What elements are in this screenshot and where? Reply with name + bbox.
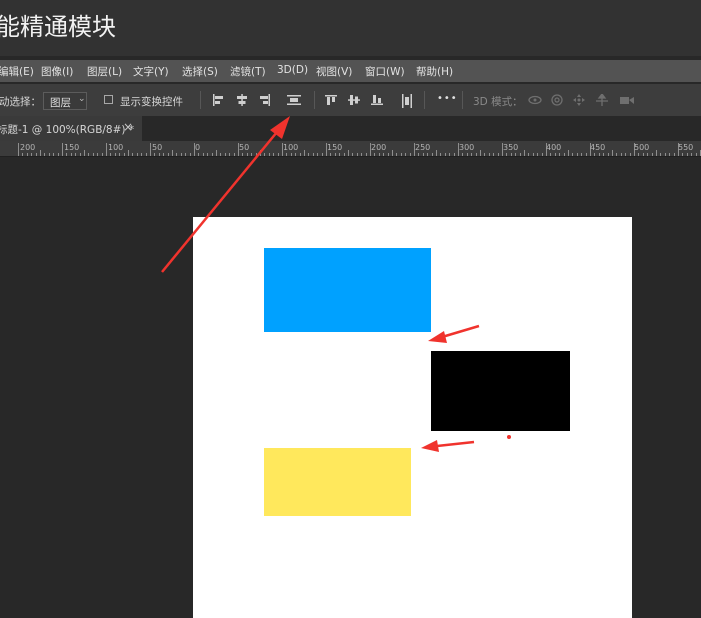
mode-3d-label: 3D 模式：: [473, 96, 523, 108]
ruler-label: 450: [590, 143, 606, 152]
document-tab[interactable]: 标题-1 @ 100%(RGB/8#) * ×: [0, 116, 142, 141]
ruler-label: 100: [108, 143, 124, 152]
menu-type[interactable]: 文字(Y): [133, 64, 169, 79]
menu-bar: 编辑(E) 图像(I) 图层(L) 文字(Y) 选择(S) 滤镜(T) 3D(D…: [0, 60, 701, 82]
menu-window[interactable]: 窗口(W): [365, 64, 405, 79]
ruler-label: 400: [546, 143, 562, 152]
menu-view[interactable]: 视图(V): [316, 64, 352, 79]
toolbar-separator: [314, 91, 315, 109]
toolbar-separator: [462, 91, 463, 109]
horizontal-ruler[interactable]: 200 150 100 50 0 50 100 150 200 250 300 …: [0, 141, 701, 157]
rotate-3d-icon[interactable]: [528, 94, 542, 106]
yellow-rectangle[interactable]: [264, 448, 411, 516]
toolbar-separator: [200, 91, 201, 109]
ruler-label: 500: [634, 143, 650, 152]
distribute-horizontal-icon[interactable]: [401, 94, 413, 108]
ruler-label: 50: [152, 143, 163, 152]
chevron-down-icon: ⌄: [78, 94, 86, 104]
close-icon[interactable]: ×: [123, 120, 133, 134]
title-bar: 能精通模块: [0, 0, 701, 56]
scale-3d-icon[interactable]: [619, 94, 635, 106]
distribute-vertical-icon[interactable]: [287, 94, 301, 106]
ruler-label: 150: [64, 143, 80, 152]
ruler-label: 0: [195, 143, 201, 152]
align-vcenter-icon[interactable]: [348, 94, 360, 106]
page-title: 能精通模块: [0, 13, 116, 41]
menu-layer[interactable]: 图层(L): [87, 64, 122, 79]
slide-3d-icon[interactable]: [596, 94, 608, 106]
menu-filter[interactable]: 滤镜(T): [230, 64, 266, 79]
ruler-label: 350: [503, 143, 519, 152]
blue-rectangle[interactable]: [264, 248, 431, 332]
align-hcenter-icon[interactable]: [236, 94, 248, 106]
align-left-icon[interactable]: [212, 94, 224, 106]
ruler-label: 300: [459, 143, 475, 152]
ruler-label: 50: [239, 143, 250, 152]
document-tab-title: 标题-1 @ 100%(RGB/8#) *: [0, 124, 135, 136]
show-transform-checkbox[interactable]: [104, 95, 113, 104]
black-rectangle[interactable]: [431, 351, 570, 431]
auto-select-label: 动选择：: [0, 96, 41, 108]
menu-3d[interactable]: 3D(D): [277, 64, 308, 76]
auto-select-dropdown[interactable]: 图层 ⌄: [43, 92, 87, 110]
toolbar-separator: [424, 91, 425, 109]
ruler-label: 200: [20, 143, 36, 152]
ruler-label: 250: [415, 143, 431, 152]
align-right-icon[interactable]: [259, 94, 271, 106]
ruler-label: 150: [327, 143, 343, 152]
ruler-label: 100: [283, 143, 299, 152]
align-top-icon[interactable]: [325, 94, 337, 106]
document-canvas[interactable]: [193, 217, 632, 618]
ruler-label: 550: [678, 143, 694, 152]
roll-3d-icon[interactable]: [551, 94, 563, 106]
menu-help[interactable]: 帮助(H): [416, 64, 453, 79]
document-tab-bar: 标题-1 @ 100%(RGB/8#) * ×: [0, 116, 701, 141]
ruler-label: 200: [371, 143, 387, 152]
drag-3d-icon[interactable]: [573, 94, 585, 106]
menu-select[interactable]: 选择(S): [182, 64, 218, 79]
show-transform-label: 显示变换控件: [120, 96, 183, 108]
menu-image[interactable]: 图像(I): [41, 64, 73, 79]
auto-select-value: 图层: [50, 97, 71, 109]
align-bottom-icon[interactable]: [371, 94, 383, 106]
more-options-button[interactable]: •••: [437, 93, 458, 104]
menu-edit[interactable]: 编辑(E): [0, 64, 34, 79]
